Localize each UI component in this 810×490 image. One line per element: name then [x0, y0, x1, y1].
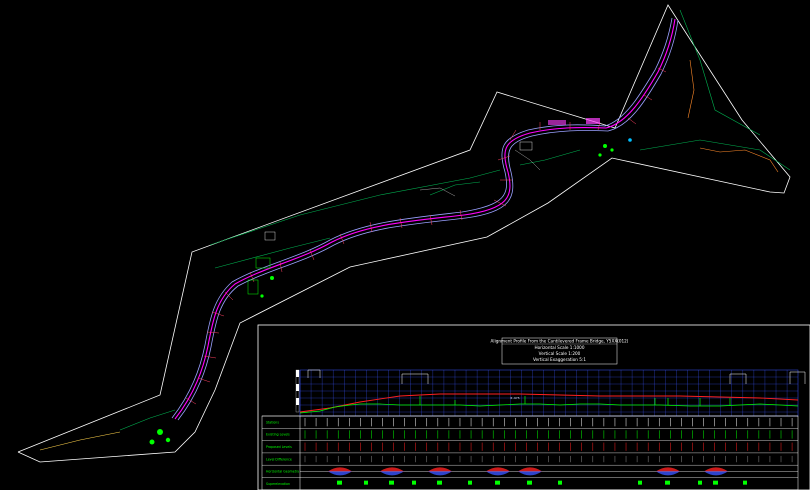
superelevation-marker: [638, 480, 642, 485]
superelevation-marker: [389, 480, 394, 485]
curve-symbol-blue: [486, 471, 510, 476]
band-label-difference: Level Difference: [266, 457, 292, 461]
band-label-stations: Stations: [266, 420, 279, 424]
superelevation-marker: [468, 480, 472, 485]
curve-symbol-blue: [704, 471, 728, 476]
superelevation-marker: [437, 480, 442, 485]
superelevation-marker: [713, 480, 718, 485]
cad-drawing-canvas: Alignment Profile From the Cantilevered …: [17, 4, 810, 490]
curve-symbol-blue: [428, 471, 452, 476]
geometry-symbols: [300, 467, 798, 485]
profile-bands: Stations Existing Levels Proposed Levels Le…: [261, 415, 799, 490]
alignment-centerline: [174, 18, 676, 420]
curve-symbol-red: [328, 467, 352, 472]
superelevation-marker: [698, 480, 702, 485]
vertical-scale-bar: [295, 369, 300, 413]
superelevation-marker: [665, 480, 670, 485]
exaggeration-note: Vertical Exaggeration 5:1: [533, 357, 586, 362]
band-label-superelevation: Superelevation: [266, 482, 290, 486]
band-label-existing: Existing Levels: [266, 433, 290, 437]
superelevation-marker: [527, 480, 532, 485]
curve-symbol-blue: [656, 471, 680, 476]
curve-symbol-blue: [328, 471, 352, 476]
profile-marker-label: 0.675: [510, 396, 519, 400]
project-boundary: [17, 4, 791, 463]
profile-grid: [299, 369, 799, 417]
curve-symbol-red: [518, 467, 542, 472]
curve-symbol-red: [656, 467, 680, 472]
curve-symbol-blue: [380, 471, 404, 476]
curve-symbol-red: [380, 467, 404, 472]
roadside-features: [39, 59, 779, 451]
vertical-scale-note: Vertical Scale 1:200: [539, 351, 581, 356]
superelevation-marker: [337, 480, 342, 485]
superelevation-marker: [743, 480, 747, 485]
plan-view: [17, 4, 791, 463]
terrain-lines: [119, 9, 791, 431]
curve-symbol-red: [704, 467, 728, 472]
profile-title-block: Alignment Profile From the Cantilevered …: [491, 337, 629, 365]
band-label-proposed: Proposed Levels: [266, 445, 292, 449]
curve-symbol-red: [428, 467, 452, 472]
existing-ground-line: [299, 403, 799, 414]
superelevation-marker: [558, 480, 562, 485]
horizontal-scale-note: Horizontal Scale 1:1000: [534, 345, 584, 350]
superelevation-marker: [364, 480, 368, 485]
curve-symbol-blue: [518, 471, 542, 476]
superelevation-marker: [412, 480, 416, 485]
proposed-grade-line: [299, 393, 799, 413]
profile-title: Alignment Profile From the Cantilevered …: [491, 339, 629, 344]
profile-sheet: Alignment Profile From the Cantilevered …: [257, 324, 810, 490]
curve-symbol-red: [486, 467, 510, 472]
superelevation-marker: [495, 480, 500, 485]
band-label-horizontal: Horizontal Geometry: [266, 470, 299, 474]
